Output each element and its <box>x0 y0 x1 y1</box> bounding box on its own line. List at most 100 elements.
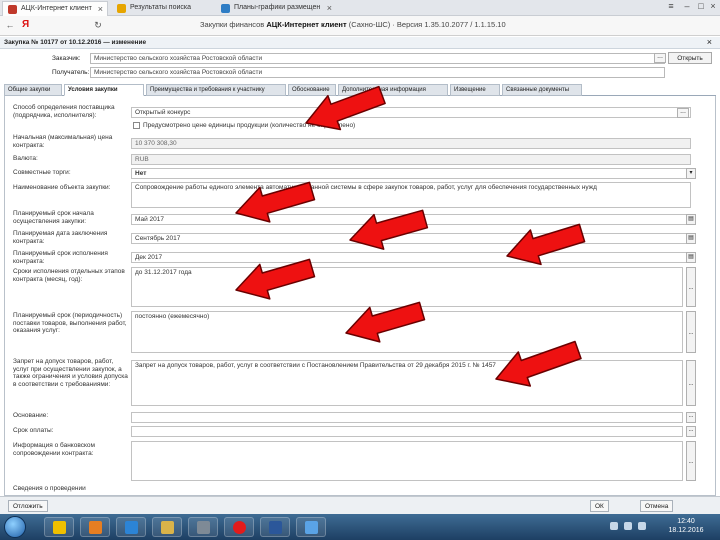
taskbar-app[interactable] <box>80 517 110 537</box>
browser-tab-plans[interactable]: Планы-графики размещен × <box>216 1 336 16</box>
restrictions-expand-button[interactable]: ... <box>686 360 696 406</box>
subject-label: Наименование объекта закупки: <box>13 184 111 191</box>
plan-contract-field[interactable]: Сентябрь 2017 <box>131 233 691 244</box>
browser-tab-label: Планы-графики размещен <box>234 4 321 11</box>
tab-requirements[interactable]: Преимущества и требования к участнику <box>146 84 286 96</box>
browser-tab-ack[interactable]: АЦК-Интернет клиент × <box>2 1 108 16</box>
currency-label: Валюта: <box>13 155 38 162</box>
taskbar-app[interactable] <box>296 517 326 537</box>
form-tabs: Общие закупки Условия закупки Преимущест… <box>4 84 716 96</box>
customer-field[interactable]: Министерство сельского хозяйства Ростовс… <box>90 53 665 64</box>
conditions-form: Способ определения поставщика (подрядчик… <box>4 96 716 496</box>
tab-conditions[interactable]: Условия закупки <box>64 84 144 96</box>
ok-button[interactable]: ОК <box>590 500 609 512</box>
periodicity-field[interactable]: постоянно (ежемесячно) <box>131 311 683 353</box>
clock-time: 12:40 <box>677 518 695 525</box>
reload-icon[interactable]: ↻ <box>92 20 104 32</box>
close-icon[interactable]: × <box>327 3 332 13</box>
start-button[interactable] <box>4 516 26 538</box>
taskbar-app[interactable] <box>44 517 74 537</box>
volume-icon[interactable] <box>638 522 646 530</box>
recipient-field[interactable]: Министерство сельского хозяйства Ростовс… <box>90 67 665 78</box>
media-icon <box>89 521 102 534</box>
browser-tab-label: АЦК-Интернет клиент <box>21 5 92 12</box>
customer-row: Заказчик: Министерство сельского хозяйст… <box>0 53 720 65</box>
explorer-icon <box>53 521 66 534</box>
joint-tender-select[interactable]: Нет <box>131 168 691 179</box>
currency-field: RUB <box>131 154 691 165</box>
nmck-label: Начальная (максимальная) цена контракта: <box>13 134 113 149</box>
joint-tender-label: Совместные торги: <box>13 169 71 176</box>
chevron-down-icon[interactable]: ▾ <box>686 168 696 179</box>
taskbar-app[interactable] <box>188 517 218 537</box>
terms-label: Срок оплаты: <box>13 427 54 434</box>
plan-end-field[interactable]: Дек 2017 <box>131 252 691 263</box>
calendar-icon[interactable]: ▤ <box>686 233 696 244</box>
method-label: Способ определения поставщика (подрядчик… <box>13 104 115 119</box>
close-icon[interactable]: × <box>98 4 103 14</box>
periodicity-expand-button[interactable]: ... <box>686 311 696 353</box>
method-lookup-button[interactable]: ... <box>677 108 689 118</box>
tab-additional-info[interactable]: Дополнительная информация <box>338 84 448 96</box>
recipient-label: Получатель: <box>52 69 90 76</box>
terms-lookup-button[interactable]: ... <box>686 426 696 437</box>
window-close-icon[interactable]: × <box>706 1 720 14</box>
paint-icon <box>305 521 318 534</box>
terms-field[interactable] <box>131 426 683 437</box>
stages-field[interactable]: до 31.12.2017 года <box>131 267 683 307</box>
bank-support-label: Информация о банковском сопровождении ко… <box>13 442 95 457</box>
open-button[interactable]: Открыть <box>668 52 712 64</box>
stages-expand-button[interactable]: ... <box>686 267 696 307</box>
back-icon[interactable]: ← <box>4 20 16 32</box>
nmck-field: 10 370 308,30 <box>131 138 691 149</box>
method-field[interactable]: Открытый конкурс <box>131 107 691 118</box>
tool-icon <box>197 521 210 534</box>
taskbar-app[interactable] <box>260 517 290 537</box>
minimize-icon[interactable]: – <box>680 1 694 14</box>
tray-icon[interactable] <box>610 522 618 530</box>
customer-lookup-button[interactable]: ... <box>654 53 666 63</box>
address-field[interactable]: Закупки финансов АЦК-Интернет клиент (Са… <box>200 20 506 29</box>
plan-contract-label: Планируемая дата заключения контракта: <box>13 230 108 245</box>
yandex-browser-icon <box>233 521 246 534</box>
tab-general[interactable]: Общие закупки <box>4 84 62 96</box>
plan-start-field[interactable]: Май 2017 <box>131 214 691 225</box>
word-icon <box>269 521 282 534</box>
unit-price-checkbox[interactable] <box>133 122 140 129</box>
basis-lookup-button[interactable]: ... <box>686 412 696 423</box>
menu-icon[interactable]: ≡ <box>664 1 678 14</box>
calendar-icon[interactable]: ▤ <box>686 214 696 225</box>
close-icon[interactable]: × <box>707 37 712 47</box>
browser-tab-search[interactable]: Результаты поиска <box>112 1 212 16</box>
taskbar-app[interactable] <box>152 517 182 537</box>
bank-support-field[interactable] <box>131 441 683 481</box>
basis-label: Основание: <box>13 412 49 419</box>
recipient-row: Получатель: Министерство сельского хозяй… <box>0 67 720 79</box>
restrictions-field[interactable]: Запрет на допуск товаров, работ, услуг в… <box>131 360 683 406</box>
clock[interactable]: 12:40 18.12.2016 <box>658 517 714 535</box>
cancel-button[interactable]: Отмена <box>640 500 674 512</box>
tab-linked-docs[interactable]: Связанные документы <box>502 84 582 96</box>
taskbar-app[interactable] <box>116 517 146 537</box>
basis-field[interactable] <box>131 412 683 423</box>
tray-icon[interactable] <box>624 522 632 530</box>
unit-price-label: Предусмотрено цене единицы продукции (ко… <box>143 122 356 129</box>
bank-support-expand-button[interactable]: ... <box>686 441 696 481</box>
tab-justification[interactable]: Обоснование <box>288 84 336 96</box>
restrictions-label: Запрет на допуск товаров, работ, услуг п… <box>13 358 128 388</box>
postpone-button[interactable]: Отложить <box>8 500 48 512</box>
network-icon <box>125 521 138 534</box>
tab-notice[interactable]: Извещение <box>450 84 500 96</box>
yandex-logo: Я <box>22 19 30 30</box>
taskbar-app[interactable] <box>224 517 254 537</box>
document-header: Закупка № 10177 от 10.12.2016 — изменени… <box>0 37 720 49</box>
address-suffix: (Сахно-ШС) · Версия 1.35.10.2077 / 1.1.1… <box>348 20 506 29</box>
folder-icon <box>161 521 174 534</box>
subject-field[interactable]: Сопровождение работы единого элемента ав… <box>131 182 691 208</box>
periodicity-label: Планируемый срок (периодичность) поставк… <box>13 312 127 334</box>
calendar-icon[interactable]: ▤ <box>686 252 696 263</box>
page-favicon-icon <box>117 4 126 13</box>
clock-date: 18.12.2016 <box>668 527 704 534</box>
taskbar: 12:40 18.12.2016 <box>0 514 720 540</box>
page-favicon-icon <box>8 5 17 14</box>
